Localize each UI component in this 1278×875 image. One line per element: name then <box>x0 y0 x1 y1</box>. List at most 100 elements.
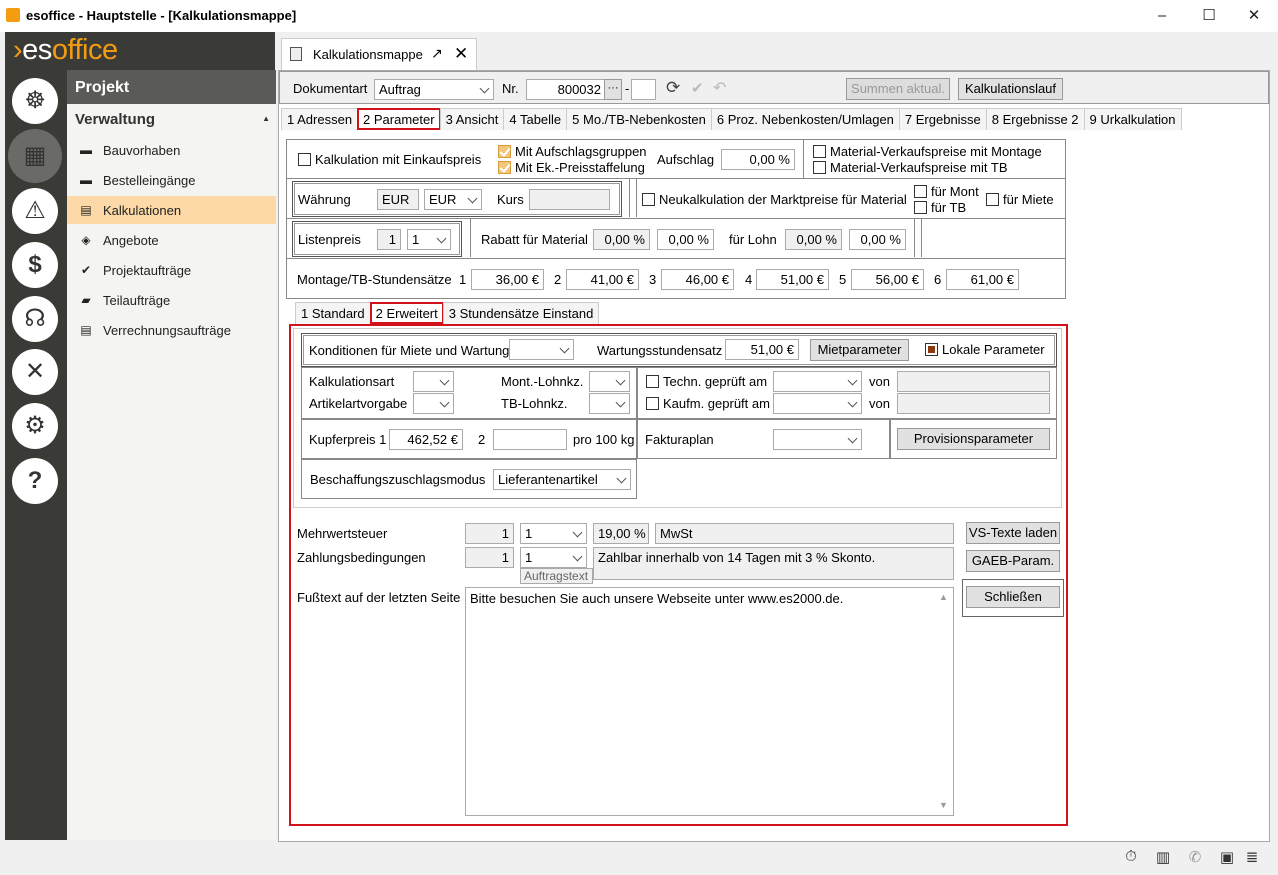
tab-tabelle[interactable]: 4 Tabelle <box>503 108 568 130</box>
tab-mo-tb-nebenkosten[interactable]: 5 Mo./TB-Nebenkosten <box>566 108 712 130</box>
lokale-parameter-checkbox[interactable] <box>925 343 938 356</box>
money-icon[interactable]: $ <box>12 242 58 288</box>
tab-proz-nebenkosten[interactable]: 6 Proz. Nebenkosten/Umlagen <box>710 108 900 130</box>
close-tab-icon[interactable]: ✕ <box>454 44 468 64</box>
kaufm-von-input[interactable] <box>897 393 1050 414</box>
nr-more-button[interactable]: ··· <box>604 79 622 100</box>
listenpreis-select[interactable]: 1 <box>407 229 451 250</box>
document-tab[interactable]: Kalkulationsmappe ↗ ✕ <box>281 38 477 70</box>
fakturaplan-select[interactable] <box>773 429 862 450</box>
stopwatch-icon[interactable]: ⏱ <box>1122 848 1140 866</box>
rabatt-lohn-2[interactable]: 0,00 % <box>849 229 906 250</box>
alarm-icon[interactable]: ⚠ <box>12 188 58 234</box>
rate-2-input[interactable]: 41,00 € <box>566 269 639 290</box>
aufschlag-input[interactable]: 0,00 % <box>721 149 795 170</box>
fuer-mont-checkbox[interactable] <box>914 185 927 198</box>
mat-vk-tb-checkbox[interactable] <box>813 161 826 174</box>
vs-texte-laden-button[interactable]: VS-Texte laden <box>966 522 1060 544</box>
scroll-down-icon[interactable]: ▼ <box>939 800 948 810</box>
building-icon[interactable]: ▥ <box>1154 848 1172 866</box>
kalk-ek-checkbox[interactable] <box>298 153 311 166</box>
nav-item-angebote[interactable]: ◈ Angebote <box>67 226 276 254</box>
tb-lohnkz-select[interactable] <box>589 393 630 414</box>
techn-geprueft-checkbox[interactable] <box>646 375 659 388</box>
ek-staffel-checkbox[interactable] <box>498 161 511 174</box>
nav-item-kalkulationen[interactable]: ▤ Kalkulationen <box>67 196 276 224</box>
doc-type-select[interactable]: Auftrag <box>374 79 494 100</box>
tools-icon[interactable]: ✕ <box>12 349 58 395</box>
nr-input[interactable]: 800032 <box>526 79 606 100</box>
kupfer-2-input[interactable] <box>493 429 567 450</box>
mietparameter-button[interactable]: Mietparameter <box>810 339 909 361</box>
lock-icon[interactable]: ▣ <box>1218 848 1236 866</box>
konditionen-select[interactable] <box>509 339 574 360</box>
kaufm-geprueft-date[interactable] <box>773 393 862 414</box>
techn-von-input[interactable] <box>897 371 1050 392</box>
confirm-icon[interactable]: ✔ <box>691 79 704 97</box>
rate-5-input[interactable]: 56,00 € <box>851 269 924 290</box>
wartung-input[interactable]: 51,00 € <box>725 339 799 360</box>
mat-vk-montage-checkbox[interactable] <box>813 145 826 158</box>
undo-icon[interactable]: ↶ <box>713 78 726 98</box>
beschaffung-select[interactable]: Lieferantenartikel <box>493 469 631 490</box>
nr-dash: - <box>625 81 630 96</box>
rate-6-input[interactable]: 61,00 € <box>946 269 1019 290</box>
maximize-button[interactable]: ☐ <box>1189 4 1229 28</box>
nr-suffix-input[interactable] <box>631 79 656 100</box>
nav-group-verwaltung[interactable]: Verwaltung ▲ <box>67 104 276 134</box>
zahl-select[interactable]: 1 <box>520 547 587 568</box>
rate-4-input[interactable]: 51,00 € <box>756 269 829 290</box>
kurs-input[interactable] <box>529 189 610 210</box>
waehrung-select[interactable]: EUR <box>424 189 482 210</box>
rate-1-input[interactable]: 36,00 € <box>471 269 544 290</box>
aufschlagsgruppen-checkbox[interactable] <box>498 145 511 158</box>
subtab-standard[interactable]: 1 Standard <box>295 302 371 324</box>
gaeb-param-button[interactable]: GAEB-Param. <box>966 550 1060 572</box>
minimize-button[interactable]: – <box>1142 4 1182 28</box>
kupfer-1-input[interactable]: 462,52 € <box>389 429 463 450</box>
headset-icon[interactable]: ☊ <box>12 296 58 342</box>
mont-lohnkz-select[interactable] <box>589 371 630 392</box>
rabatt-material-2[interactable]: 0,00 % <box>657 229 714 250</box>
fuer-miete-checkbox[interactable] <box>986 193 999 206</box>
tab-parameter[interactable]: 2 Parameter <box>357 108 441 130</box>
scroll-up-icon[interactable]: ▲ <box>939 592 948 602</box>
nav-item-bauvorhaben[interactable]: ▬ Bauvorhaben <box>67 136 276 164</box>
kalkulationslauf-button[interactable]: Kalkulationslauf <box>958 78 1063 100</box>
artvorgabe-select[interactable] <box>413 393 454 414</box>
database-icon[interactable]: ≣ <box>1243 848 1261 866</box>
phone-icon[interactable]: ✆ <box>1186 848 1204 866</box>
nav-item-teilauftraege[interactable]: ▰ Teilaufträge <box>67 286 276 314</box>
rabatt-lohn-1[interactable]: 0,00 % <box>785 229 842 250</box>
auftragstext-label[interactable]: Auftragstext <box>520 568 593 584</box>
provisionsparameter-button[interactable]: Provisionsparameter <box>897 428 1050 450</box>
techn-geprueft-date[interactable] <box>773 371 862 392</box>
tab-adressen[interactable]: 1 Adressen <box>281 108 359 130</box>
neukalk-checkbox[interactable] <box>642 193 655 206</box>
rabatt-material-1[interactable]: 0,00 % <box>593 229 650 250</box>
kalkart-select[interactable] <box>413 371 454 392</box>
nav-item-verrechnungsauftraege[interactable]: ▤ Verrechnungsaufträge <box>67 316 276 344</box>
subtab-stundensaetze-einstand[interactable]: 3 Stundensätze Einstand <box>442 302 600 324</box>
subtab-erweitert[interactable]: 2 Erweitert <box>369 302 444 324</box>
summen-aktualisieren-button[interactable]: Summen aktual. <box>846 78 950 100</box>
fusstext-textarea[interactable]: Bitte besuchen Sie auch unsere Webseite … <box>465 587 954 816</box>
refresh-icon[interactable]: ⟳ <box>666 78 680 98</box>
nav-item-bestelleingaenge[interactable]: ▬ Bestelleingänge <box>67 166 276 194</box>
rate-3-input[interactable]: 46,00 € <box>661 269 734 290</box>
schliessen-button[interactable]: Schließen <box>966 586 1060 608</box>
popout-icon[interactable]: ↗ <box>431 45 443 62</box>
fuer-tb-checkbox[interactable] <box>914 201 927 214</box>
tab-ergebnisse-2[interactable]: 8 Ergebnisse 2 <box>985 108 1085 130</box>
settings-icon[interactable]: ⚙ <box>12 403 58 449</box>
tab-ansicht[interactable]: 3 Ansicht <box>439 108 505 130</box>
calculator-icon[interactable]: ▦ <box>12 133 58 179</box>
helm-icon[interactable]: ☸ <box>12 78 58 124</box>
mwst-select[interactable]: 1 <box>520 523 587 544</box>
nav-item-projektauftraege[interactable]: ✔ Projektaufträge <box>67 256 276 284</box>
tab-ergebnisse[interactable]: 7 Ergebnisse <box>898 108 987 130</box>
help-icon[interactable]: ? <box>12 458 58 504</box>
kaufm-geprueft-checkbox[interactable] <box>646 397 659 410</box>
close-window-button[interactable]: ✕ <box>1234 4 1274 28</box>
tab-urkalkulation[interactable]: 9 Urkalkulation <box>1083 108 1182 130</box>
